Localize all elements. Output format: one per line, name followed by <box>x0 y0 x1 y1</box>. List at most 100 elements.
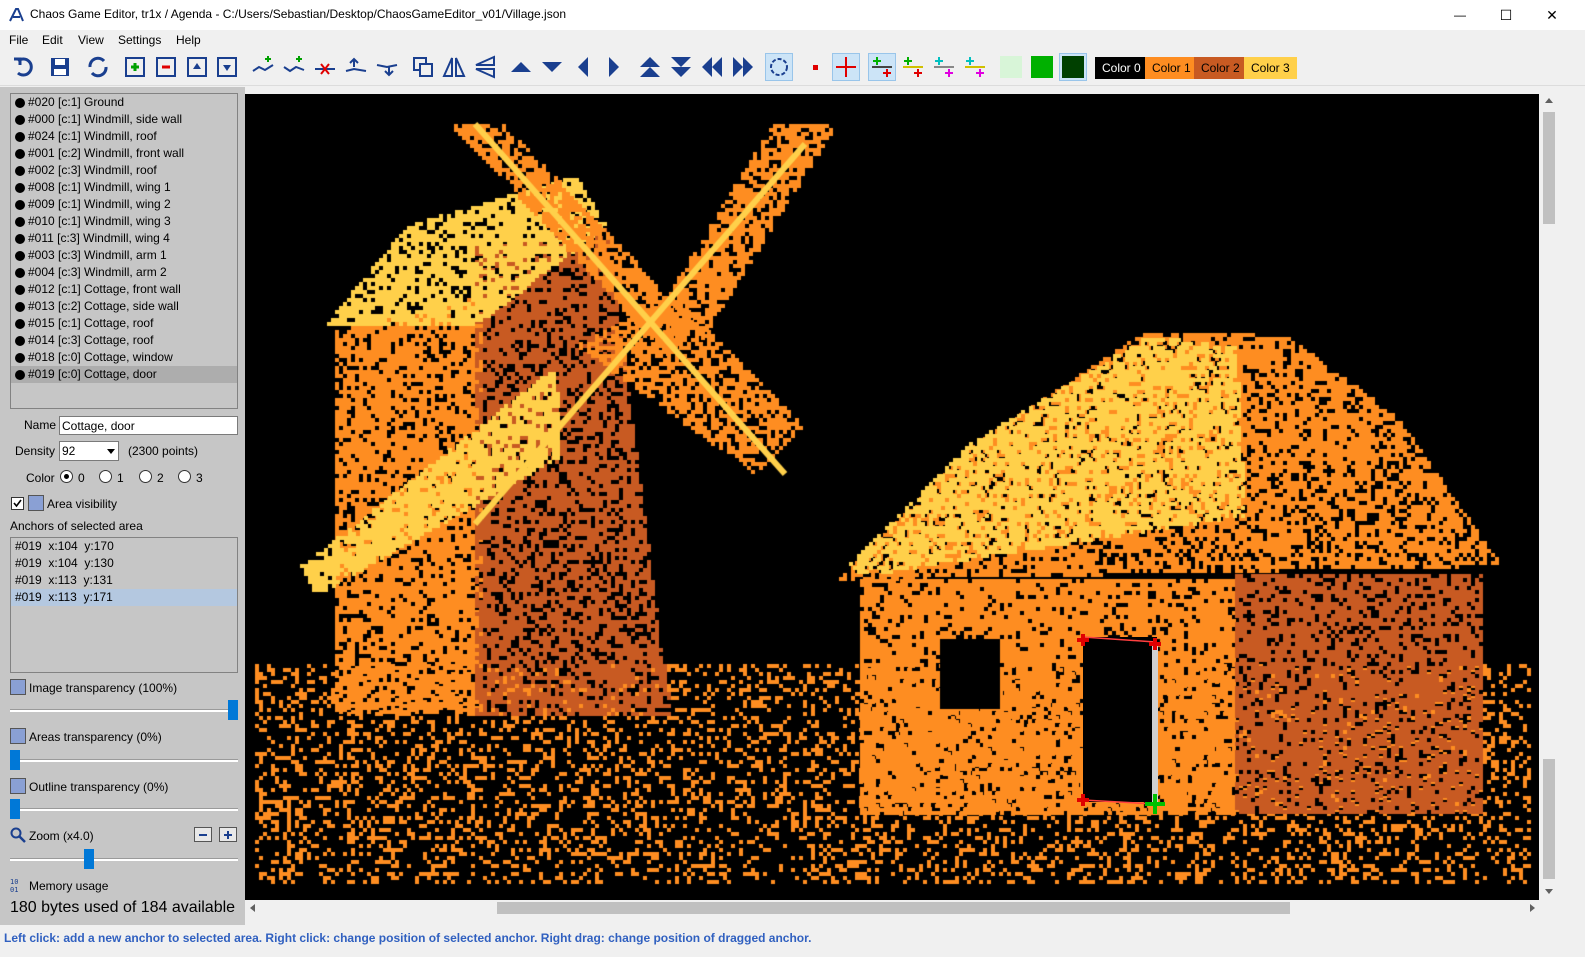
fast-down-button[interactable] <box>667 53 695 81</box>
vertical-scroll-thumb[interactable] <box>1543 112 1555 224</box>
fast-left-button[interactable] <box>698 53 726 81</box>
menu-edit[interactable]: Edit <box>42 33 63 47</box>
outline-transparency-slider[interactable] <box>10 799 238 819</box>
area-label: #001 [c:2] Windmill, front wall <box>28 146 185 160</box>
fast-up-button[interactable] <box>636 53 664 81</box>
menu-settings[interactable]: Settings <box>118 33 161 47</box>
slider-thumb[interactable] <box>10 799 20 819</box>
remove-area-button[interactable] <box>152 53 180 81</box>
anchor-list[interactable]: #019 x:104 y:170 #019 x:104 y:130 #019 x:1… <box>10 537 238 673</box>
zoom-in-button[interactable] <box>219 827 237 842</box>
point-mode-button[interactable] <box>801 53 829 81</box>
add-point-color-3-button[interactable] <box>930 53 958 81</box>
area-list-item[interactable]: #002 [c:3] Windmill, roof <box>11 162 237 179</box>
area-list-item[interactable]: #011 [c:3] Windmill, wing 4 <box>11 230 237 247</box>
name-input[interactable] <box>59 416 238 435</box>
density-select[interactable]: 92 <box>59 441 119 461</box>
mirror-vertical-button[interactable] <box>471 53 499 81</box>
slider-thumb[interactable] <box>228 700 238 720</box>
area-list-item[interactable]: #003 [c:3] Windmill, arm 1 <box>11 247 237 264</box>
horizontal-scrollbar[interactable] <box>245 900 1541 916</box>
add-anchor-button[interactable] <box>249 53 277 81</box>
color-radio-2[interactable] <box>139 470 152 483</box>
scroll-right-icon[interactable] <box>1527 903 1537 913</box>
scroll-up-icon[interactable] <box>1544 96 1554 106</box>
area-visibility-checkbox[interactable] <box>11 497 24 510</box>
copy-area-button[interactable] <box>409 53 437 81</box>
insert-anchor-button[interactable] <box>280 53 308 81</box>
add-area-button[interactable] <box>121 53 149 81</box>
minimize-button[interactable]: — <box>1437 0 1483 30</box>
color-radio-0[interactable] <box>60 470 73 483</box>
zoom-out-button[interactable] <box>194 827 212 842</box>
crosshair-mode-button[interactable] <box>832 53 860 81</box>
area-list-item[interactable]: #012 [c:1] Cottage, front wall <box>11 281 237 298</box>
color-1-button[interactable]: Color 1 <box>1145 57 1198 79</box>
area-list-item[interactable]: #004 [c:3] Windmill, arm 2 <box>11 264 237 281</box>
refresh-button[interactable] <box>84 53 112 81</box>
area-list-item[interactable]: #024 [c:1] Windmill, roof <box>11 128 237 145</box>
title-bar: Chaos Game Editor, tr1x / Agenda - C:/Us… <box>0 0 1585 30</box>
area-list[interactable]: #020 [c:1] Ground #000 [c:1] Windmill, si… <box>10 93 238 409</box>
area-list-item[interactable]: #019 [c:0] Cottage, door <box>11 366 237 383</box>
save-button[interactable] <box>46 53 74 81</box>
color-radio-1[interactable] <box>99 470 112 483</box>
areas-transparency-slider[interactable] <box>10 750 238 770</box>
color-radio-2-label: 2 <box>157 471 164 485</box>
move-left-button[interactable] <box>569 53 597 81</box>
vertical-scrollbar[interactable] <box>1541 94 1557 900</box>
move-anchor-up-button[interactable] <box>342 53 370 81</box>
add-point-color-4-button[interactable] <box>961 53 989 81</box>
remove-area-icon <box>156 57 176 77</box>
vertical-scroll-thumb-lower[interactable] <box>1543 759 1555 879</box>
area-list-item[interactable]: #009 [c:1] Windmill, wing 2 <box>11 196 237 213</box>
undo-button[interactable] <box>10 53 38 81</box>
swatch-green-button[interactable] <box>1028 53 1056 81</box>
menu-help[interactable]: Help <box>176 33 201 47</box>
move-right-button[interactable] <box>600 53 628 81</box>
slider-thumb[interactable] <box>84 849 94 869</box>
move-area-up-button[interactable] <box>183 53 211 81</box>
move-area-down-button[interactable] <box>213 53 241 81</box>
color-radio-3[interactable] <box>178 470 191 483</box>
menu-view[interactable]: View <box>78 33 104 47</box>
slider-thumb[interactable] <box>10 750 20 770</box>
area-list-item[interactable]: #015 [c:1] Cottage, roof <box>11 315 237 332</box>
rotate-mode-button[interactable] <box>765 53 793 81</box>
mirror-horizontal-button[interactable] <box>440 53 468 81</box>
area-list-item[interactable]: #008 [c:1] Windmill, wing 1 <box>11 179 237 196</box>
swatch-dark-button[interactable] <box>1059 53 1087 81</box>
area-list-item[interactable]: #000 [c:1] Windmill, side wall <box>11 111 237 128</box>
anchor-list-item[interactable]: #019 x:113 y:171 <box>11 589 237 606</box>
drawing-canvas[interactable] <box>245 94 1539 900</box>
zoom-slider[interactable] <box>10 849 238 869</box>
scroll-down-icon[interactable] <box>1544 886 1554 896</box>
move-anchor-down-button[interactable] <box>373 53 401 81</box>
area-list-item[interactable]: #014 [c:3] Cottage, roof <box>11 332 237 349</box>
close-button[interactable]: ✕ <box>1529 0 1575 30</box>
image-transparency-slider[interactable] <box>10 700 238 720</box>
menu-file[interactable]: File <box>9 33 28 47</box>
anchor-list-item[interactable]: #019 x:113 y:131 <box>11 572 237 589</box>
area-list-item[interactable]: #020 [c:1] Ground <box>11 94 237 111</box>
anchor-list-item[interactable]: #019 x:104 y:130 <box>11 555 237 572</box>
delete-anchor-button[interactable] <box>311 53 339 81</box>
scroll-left-icon[interactable] <box>248 903 258 913</box>
add-point-color-1-button[interactable] <box>868 53 896 81</box>
move-up-button[interactable] <box>507 53 535 81</box>
fast-right-button[interactable] <box>729 53 757 81</box>
anchor-list-item[interactable]: #019 x:104 y:170 <box>11 538 237 555</box>
area-list-item[interactable]: #010 [c:1] Windmill, wing 3 <box>11 213 237 230</box>
color-0-button[interactable]: Color 0 <box>1095 57 1148 79</box>
area-list-item[interactable]: #018 [c:0] Cottage, window <box>11 349 237 366</box>
refresh-icon <box>88 56 108 78</box>
move-down-button[interactable] <box>538 53 566 81</box>
area-list-item[interactable]: #001 [c:2] Windmill, front wall <box>11 145 237 162</box>
area-list-item[interactable]: #013 [c:2] Cottage, side wall <box>11 298 237 315</box>
maximize-button[interactable]: ☐ <box>1483 0 1529 30</box>
add-point-color-2-button[interactable] <box>899 53 927 81</box>
color-3-button[interactable]: Color 3 <box>1244 57 1297 79</box>
swatch-light-button[interactable] <box>997 53 1025 81</box>
color-2-button[interactable]: Color 2 <box>1194 57 1247 79</box>
horizontal-scroll-thumb[interactable] <box>497 902 1290 914</box>
